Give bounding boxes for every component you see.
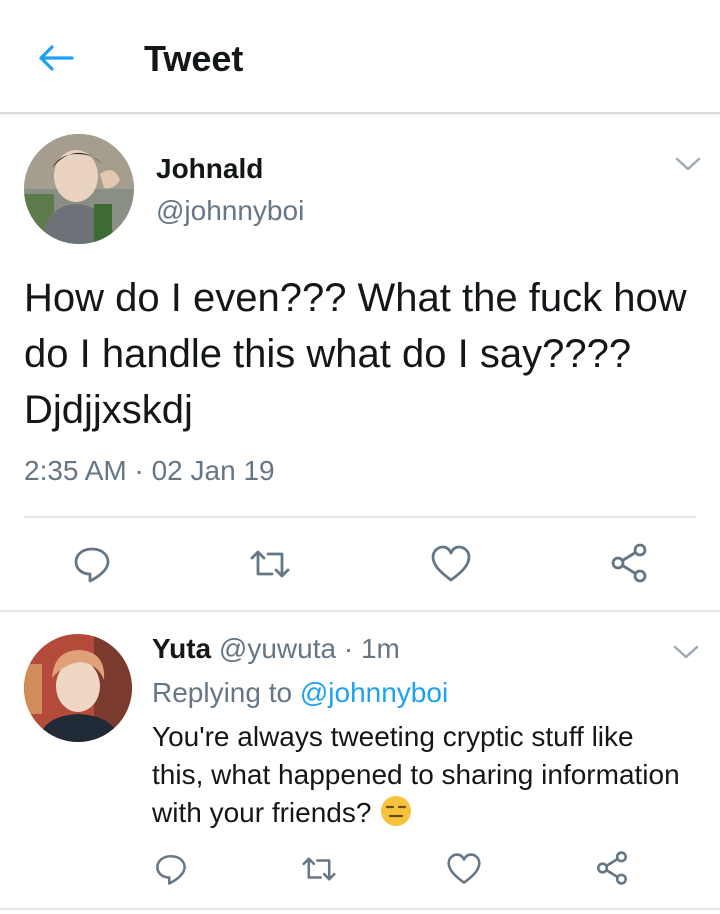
author-handle[interactable]: @johnnyboi <box>156 194 304 228</box>
chevron-down-icon[interactable] <box>674 154 702 174</box>
heart-icon <box>447 853 481 884</box>
reply-text: You're always tweeting cryptic stuff lik… <box>152 721 680 828</box>
author-avatar[interactable] <box>24 134 134 244</box>
chevron-down-icon[interactable] <box>672 642 700 662</box>
retweet-icon <box>302 857 336 881</box>
divider <box>24 516 696 518</box>
reply-author-handle[interactable]: @yuwuta <box>219 633 336 664</box>
heart-icon <box>431 545 471 582</box>
replying-to: Replying to @johnnyboi <box>152 676 448 710</box>
share-button[interactable] <box>608 542 650 584</box>
share-icon <box>611 543 647 583</box>
reply-age: 1m <box>360 633 400 664</box>
author-name[interactable]: Johnald <box>156 152 263 186</box>
share-icon <box>597 851 627 885</box>
retweet-button[interactable] <box>300 852 338 886</box>
divider <box>0 908 720 910</box>
expressionless-face-emoji <box>379 794 413 828</box>
reply-button[interactable] <box>72 544 112 584</box>
reply-button[interactable] <box>154 852 188 886</box>
top-bar: Tweet <box>0 0 720 114</box>
reply-text-block: You're always tweeting cryptic stuff lik… <box>152 718 692 832</box>
reply-author-name[interactable]: Yuta <box>152 633 211 664</box>
arrow-left-icon <box>39 45 74 71</box>
tweet-text: How do I even??? What the fuck how do I … <box>24 276 687 432</box>
reply-icon <box>156 854 186 885</box>
like-button[interactable] <box>446 852 482 886</box>
back-button[interactable] <box>36 38 76 78</box>
replying-to-label: Replying to <box>152 677 300 708</box>
share-button[interactable] <box>594 850 630 886</box>
replying-to-mention[interactable]: @johnnyboi <box>300 677 448 708</box>
page-title: Tweet <box>144 38 244 79</box>
separator-dot: · <box>336 633 361 664</box>
reply-header: Yuta @yuwuta · 1m <box>152 632 400 666</box>
like-button[interactable] <box>430 544 472 584</box>
reply-icon <box>74 547 110 583</box>
reply-author-avatar[interactable] <box>24 634 132 742</box>
retweet-icon <box>250 550 290 578</box>
retweet-button[interactable] <box>248 544 292 584</box>
tweet-timestamp: 2:35 AM · 02 Jan 19 <box>24 455 275 486</box>
divider <box>0 610 720 612</box>
